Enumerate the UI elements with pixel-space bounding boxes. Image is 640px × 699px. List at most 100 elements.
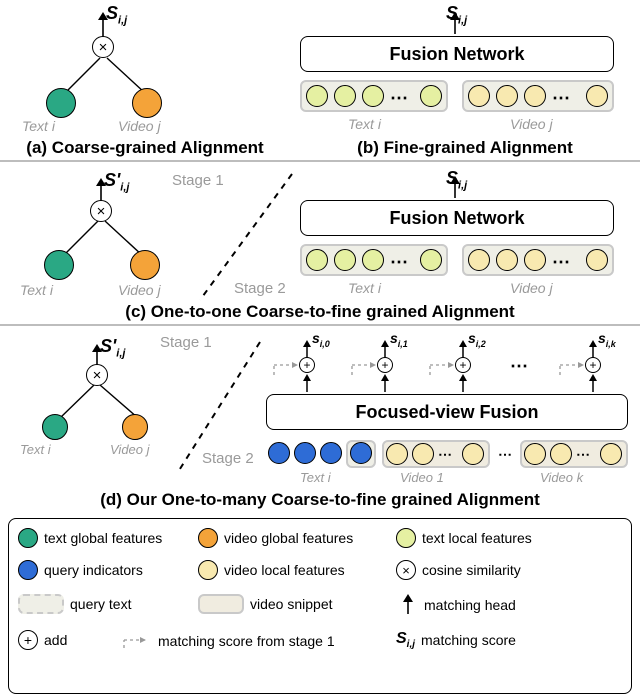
arrow-up-icon xyxy=(588,374,598,392)
legend-video-local: video local features xyxy=(198,560,345,580)
legend-label: video global features xyxy=(224,530,353,546)
arrow-up-icon xyxy=(458,374,468,392)
panel-d-caption: (d) Our One-to-many Coarse-to-fine grain… xyxy=(0,490,640,510)
ellipsis: ⋯ xyxy=(576,446,591,463)
score-symbol: S xyxy=(446,3,458,23)
sub: i,1 xyxy=(398,339,408,349)
text-local-node xyxy=(420,85,442,107)
plus-symbol: + xyxy=(303,359,310,371)
text-local-node xyxy=(362,85,384,107)
legend-label: text global features xyxy=(44,530,162,546)
arrow-up-icon xyxy=(302,340,312,358)
add-icon: + xyxy=(455,357,471,373)
text-local-node xyxy=(334,85,356,107)
s: s xyxy=(390,330,398,346)
sub: i,0 xyxy=(320,339,330,349)
sub: i,k xyxy=(606,339,616,349)
panel-c-text-label-2: Text i xyxy=(348,280,381,296)
ellipsis: ⋯ xyxy=(390,252,409,273)
legend-label: matching score xyxy=(421,632,516,648)
panel-d-video-label-1: Video j xyxy=(110,442,150,457)
out-sk: si,k xyxy=(598,330,616,349)
legend-query-indicators: query indicators xyxy=(18,560,143,580)
video-local-node xyxy=(496,85,518,107)
text-local-swatch xyxy=(396,528,416,548)
ellipsis: ⋯ xyxy=(552,88,571,109)
legend-label: video local features xyxy=(224,562,345,578)
arrow-up-icon xyxy=(380,340,390,358)
panel-c-text-label-1: Text i xyxy=(20,282,53,298)
panel-c-video-label-2: Video j xyxy=(510,280,553,296)
sub: i,j xyxy=(407,639,415,650)
panel-d-text-label-1: Text i xyxy=(20,442,51,457)
video-global-node xyxy=(132,88,162,118)
plus-symbol: + xyxy=(24,633,32,647)
score-sub: i,j xyxy=(120,182,129,194)
video-local-node xyxy=(412,443,434,465)
legend-text-local: text local features xyxy=(396,528,532,548)
text-global-swatch xyxy=(18,528,38,548)
ellipsis: ⋯ xyxy=(510,356,529,377)
query-text-swatch xyxy=(18,594,64,614)
video-local-node xyxy=(600,443,622,465)
legend-label: text local features xyxy=(422,530,532,546)
query-swatch xyxy=(18,560,38,580)
panel-a-caption: (a) Coarse-grained Alignment xyxy=(0,138,290,158)
panel-d-video1-label: Video 1 xyxy=(400,470,444,485)
video-local-node xyxy=(524,443,546,465)
panel-b-video-label: Video j xyxy=(510,116,553,132)
add-icon: + xyxy=(585,357,601,373)
panel-d-score1: S'i,j xyxy=(100,336,125,360)
video-local-node xyxy=(524,85,546,107)
arrow-up-icon xyxy=(396,594,420,616)
video-local-node xyxy=(550,443,572,465)
panel-a-text-label: Text i xyxy=(22,118,55,134)
stage-1-label: Stage 1 xyxy=(172,172,224,189)
legend-label: query indicators xyxy=(44,562,143,578)
query-indicator-node xyxy=(350,442,372,464)
stage-2-label: Stage 2 xyxy=(234,280,286,297)
arrow-up-icon xyxy=(458,340,468,358)
arrow-up-icon xyxy=(380,374,390,392)
op-symbol: × xyxy=(97,204,106,219)
score-symbol: S' xyxy=(100,336,116,356)
legend-label: video snippet xyxy=(250,596,333,612)
add-icon: + xyxy=(299,357,315,373)
panel-b-text-label: Text i xyxy=(348,116,381,132)
score-symbol: S xyxy=(106,3,118,23)
legend-query-text: query text xyxy=(18,594,131,614)
fusion-network-box: Fusion Network xyxy=(300,36,614,72)
stage-2-label: Stage 2 xyxy=(202,450,254,467)
text-local-node xyxy=(306,249,328,271)
video-local-node xyxy=(386,443,408,465)
fusion-network-box: Fusion Network xyxy=(300,200,614,236)
text-global-node xyxy=(44,250,74,280)
panel-c-score1: S'i,j xyxy=(104,170,129,194)
legend-text-global: text global features xyxy=(18,528,162,548)
legend-video-snippet: video snippet xyxy=(198,594,333,614)
text-local-node xyxy=(362,249,384,271)
plus-symbol: + xyxy=(381,359,388,371)
legend-stage1-arrow: matching score from stage 1 xyxy=(118,630,335,652)
ellipsis: ⋯ xyxy=(438,446,453,463)
op-symbol: × xyxy=(93,368,102,383)
video-global-node xyxy=(130,250,160,280)
arrow-up-icon xyxy=(588,340,598,358)
s: s xyxy=(598,330,606,346)
add-icon: + xyxy=(377,357,393,373)
video-global-swatch xyxy=(198,528,218,548)
score-sub: i,j xyxy=(116,348,125,360)
score-symbol: S xyxy=(446,168,458,188)
out-s0: si,0 xyxy=(312,330,330,349)
video-snippet-swatch xyxy=(198,594,244,614)
mul-symbol: × xyxy=(402,564,410,577)
video-local-node xyxy=(462,443,484,465)
divider xyxy=(0,324,640,326)
s: s xyxy=(312,330,320,346)
cosine-similarity-icon: × xyxy=(396,560,416,580)
text-local-node xyxy=(334,249,356,271)
video-local-node xyxy=(586,85,608,107)
query-indicator-node xyxy=(320,442,342,464)
legend-label: add xyxy=(44,632,67,648)
legend-cosine: × cosine similarity xyxy=(396,560,521,580)
